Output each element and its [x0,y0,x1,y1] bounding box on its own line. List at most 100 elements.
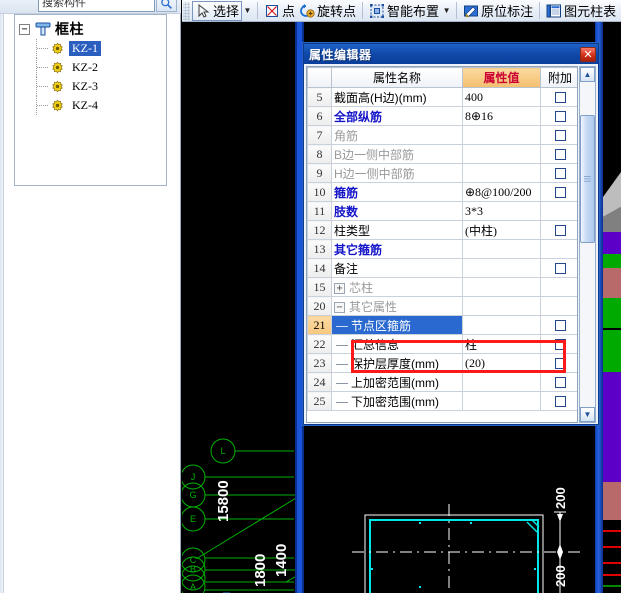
col-header-value[interactable]: 属性值 [462,67,541,88]
tree-item-kz4[interactable]: KZ-4 [15,96,166,115]
checkbox[interactable] [554,320,566,332]
additional-cell[interactable] [540,334,577,354]
additional-cell[interactable] [540,144,577,164]
property-name-cell[interactable]: B边一侧中部筋 [331,144,463,164]
tree-item-kz2[interactable]: KZ-2 [15,58,166,77]
scroll-down-button[interactable]: ▼ [580,407,595,422]
checkbox[interactable] [554,225,566,237]
checkbox[interactable] [554,149,566,161]
property-name-cell[interactable]: 备注 [331,258,463,278]
property-value-cell[interactable] [462,125,541,145]
property-value-cell[interactable]: 8⊕16 [462,106,541,126]
table-row[interactable]: 22 汇总信息 柱 [307,334,577,354]
property-name-cell[interactable]: 箍筋 [331,182,463,202]
table-row[interactable]: 20− 其它属性 [307,296,577,316]
additional-cell[interactable] [540,353,577,373]
properties-grid[interactable]: 属性名称 属性值 附加 5 截面高(H边)(mm) 400 6 全部纵筋 8⊕16 7 角筋 8… [306,66,578,423]
toolbar-button-smart-layout[interactable]: 智能布置 [367,1,441,21]
additional-cell[interactable] [540,296,577,316]
table-row[interactable]: 15 + 芯柱 [307,277,577,297]
property-name-cell[interactable]: + 芯柱 [331,277,463,297]
checkbox[interactable] [554,111,566,123]
additional-cell[interactable] [540,391,577,411]
scrollbar-thumb[interactable] [580,115,595,243]
toolbar-button-point[interactable]: 点 [262,1,297,21]
property-name-cell[interactable]: 肢数 [331,201,463,221]
property-name-cell[interactable]: 截面高(H边)(mm) [331,87,463,107]
property-name-cell[interactable]: 全部纵筋 [331,106,463,126]
table-row[interactable]: 9 H边一侧中部筋 [307,163,577,183]
property-value-cell[interactable]: (20) [462,353,541,373]
chevron-down-icon-select[interactable]: ▼ [242,1,253,21]
property-name-cell[interactable]: − 其它属性 [331,296,463,316]
checkbox[interactable] [554,358,566,370]
table-row[interactable]: 13 其它箍筋 [307,239,577,259]
property-value-cell[interactable]: ⊕8@100/200 [462,182,541,202]
additional-cell[interactable] [540,277,577,297]
additional-cell[interactable] [540,87,577,107]
search-button[interactable] [156,0,177,12]
expand-icon[interactable]: + [334,282,345,294]
property-name-cell[interactable]: 保护层厚度(mm) [331,353,463,373]
table-row[interactable]: 6 全部纵筋 8⊕16 [307,106,577,126]
col-header-additional[interactable]: 附加 [540,67,577,88]
property-value-cell[interactable] [462,258,541,278]
toolbar-button-insitu-annotate[interactable]: 原位标注 [461,1,535,21]
table-row[interactable]: 21 节点区箍筋 [307,315,577,335]
additional-cell[interactable] [540,201,577,221]
property-value-cell[interactable]: 3*3 [462,201,541,221]
grid-vertical-scrollbar[interactable]: ▲ ▼ [579,66,596,423]
property-value-cell[interactable] [462,315,541,335]
dialog-title-bar[interactable]: 属性编辑器 ✕ [304,44,598,64]
additional-cell[interactable] [540,220,577,240]
tree-expander-root[interactable]: − [19,23,30,35]
component-tree[interactable]: − 框柱 KZ-1 KZ-2 KZ-3 KZ-4 [14,14,167,186]
property-name-cell[interactable]: 节点区箍筋 [331,315,463,335]
property-name-cell[interactable]: 上加密范围(mm) [331,372,463,392]
col-header-name[interactable]: 属性名称 [331,67,463,88]
property-value-cell[interactable] [462,372,541,392]
property-name-cell[interactable]: 角筋 [331,125,463,145]
table-row[interactable]: 23 保护层厚度(mm) (20) [307,353,577,373]
tree-item-kz1[interactable]: KZ-1 [15,39,166,58]
checkbox[interactable] [554,187,566,199]
toolbar-grip[interactable] [183,1,190,20]
property-name-cell[interactable]: 柱类型 [331,220,463,240]
checkbox[interactable] [554,130,566,142]
table-row[interactable]: 14 备注 [307,258,577,278]
toolbar-button-rotate-point[interactable]: 旋转点 [297,1,358,21]
property-value-cell[interactable] [462,277,541,297]
property-name-cell[interactable]: 下加密范围(mm) [331,391,463,411]
additional-cell[interactable] [540,372,577,392]
property-name-cell[interactable]: 汇总信息 [331,334,463,354]
property-value-cell[interactable] [462,144,541,164]
table-row[interactable]: 11 肢数 3*3 [307,201,577,221]
tree-item-kz3[interactable]: KZ-3 [15,77,166,96]
chevron-down-icon-smart-layout[interactable]: ▼ [441,1,452,21]
property-value-cell[interactable]: 400 [462,87,541,107]
table-row[interactable]: 12 柱类型 (中柱) [307,220,577,240]
table-row[interactable]: 7 角筋 [307,125,577,145]
tree-root-item[interactable]: − 框柱 [15,19,166,39]
property-value-cell[interactable] [462,239,541,259]
checkbox[interactable] [554,377,566,389]
close-icon[interactable]: ✕ [580,46,596,62]
table-row[interactable]: 5 截面高(H边)(mm) 400 [307,87,577,107]
additional-cell[interactable] [540,258,577,278]
additional-cell[interactable] [540,315,577,335]
additional-cell[interactable] [540,163,577,183]
table-row[interactable]: 8 B边一侧中部筋 [307,144,577,164]
property-value-cell[interactable] [462,296,541,316]
col-header-index[interactable] [307,67,332,88]
table-row[interactable]: 10 箍筋 ⊕8@100/200 [307,182,577,202]
collapse-icon[interactable]: − [334,301,345,313]
property-name-cell[interactable]: H边一侧中部筋 [331,163,463,183]
property-value-cell[interactable]: (中柱) [462,220,541,240]
checkbox[interactable] [554,339,566,351]
additional-cell[interactable] [540,106,577,126]
table-row[interactable]: 24 上加密范围(mm) [307,372,577,392]
checkbox[interactable] [554,168,566,180]
property-value-cell[interactable] [462,391,541,411]
property-value-cell[interactable]: 柱 [462,334,541,354]
scroll-up-button[interactable]: ▲ [580,67,595,82]
